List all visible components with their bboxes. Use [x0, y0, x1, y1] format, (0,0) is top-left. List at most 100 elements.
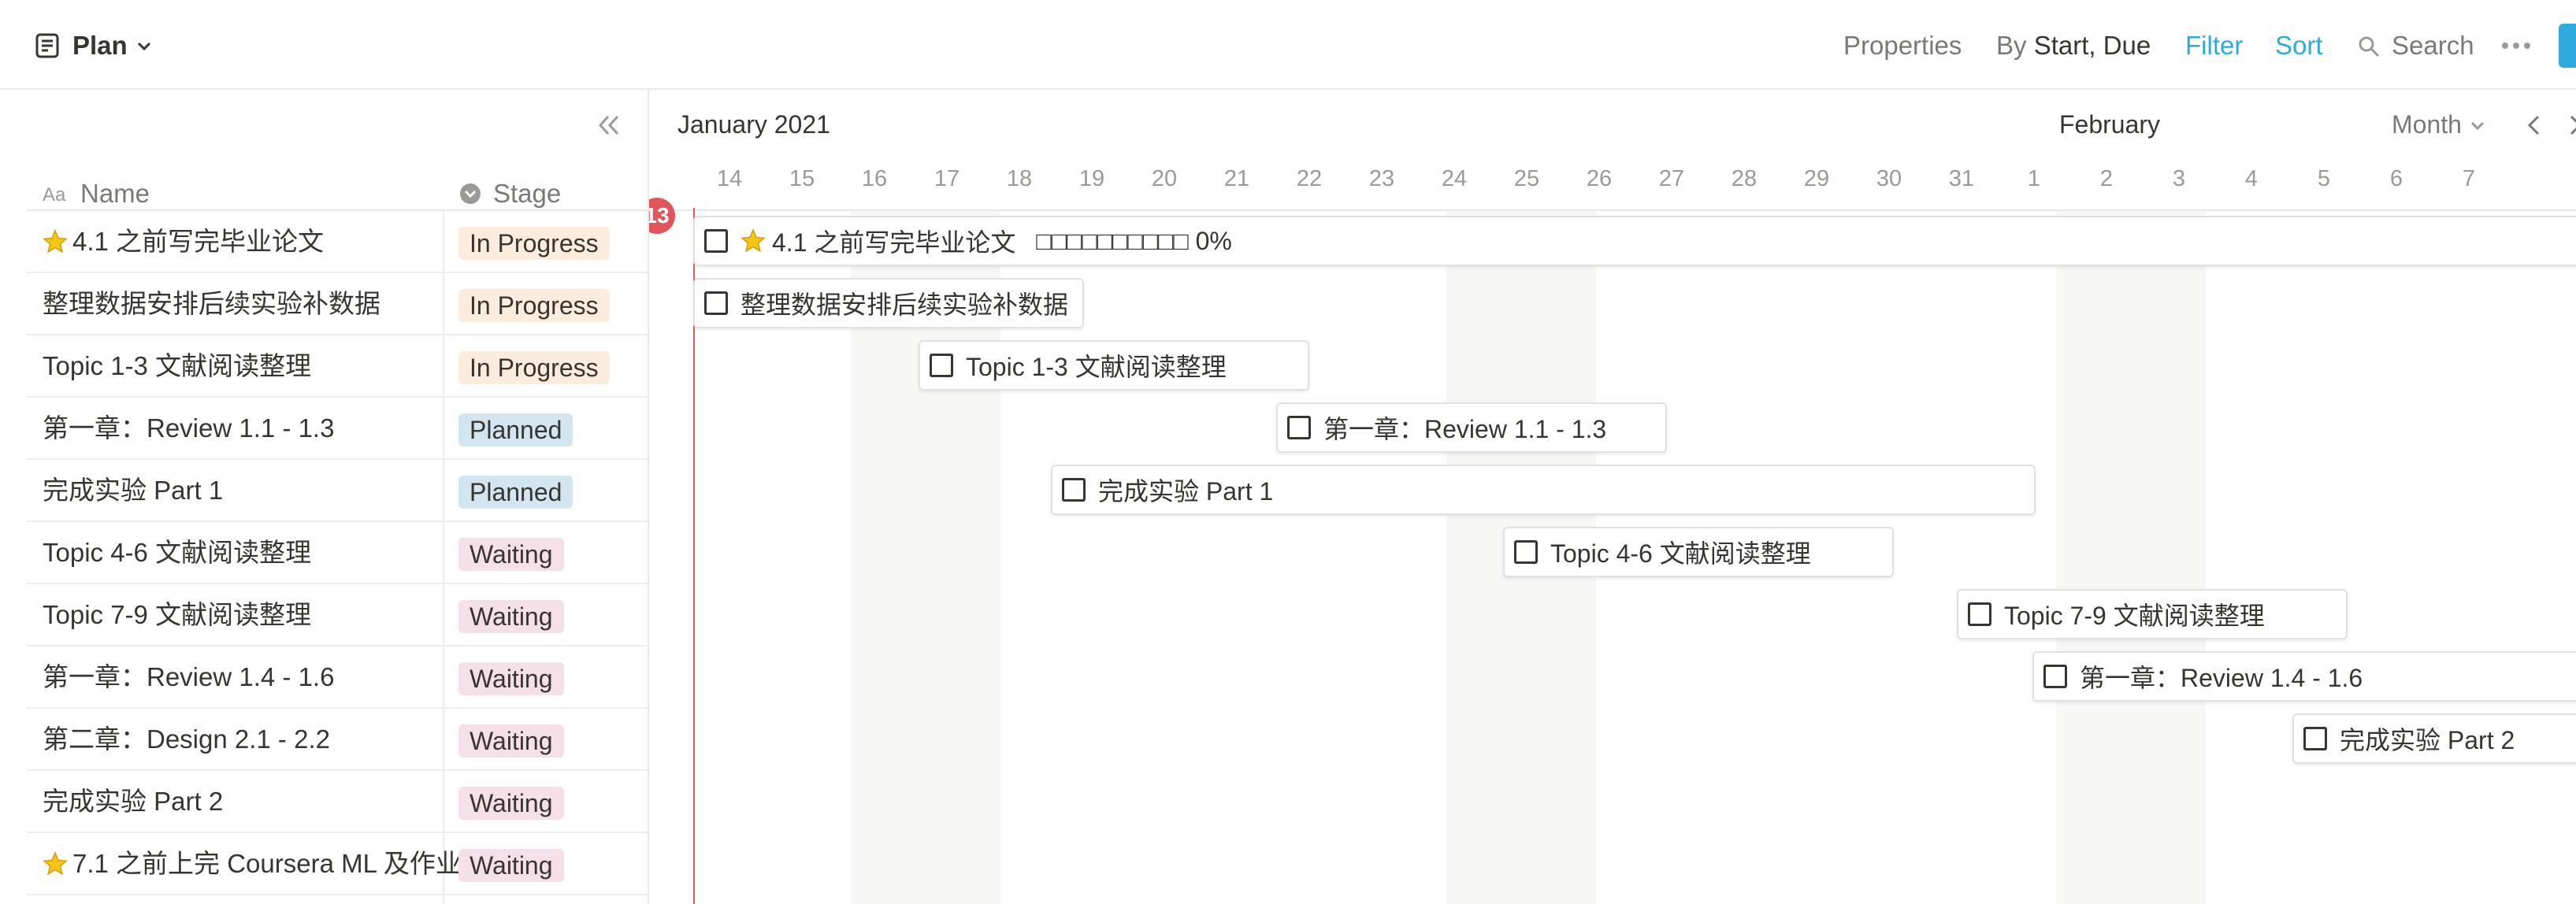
table-row[interactable]: 第二章：Design 2.1 - 2.2 Waiting: [27, 709, 649, 771]
chevron-right-icon[interactable]: [2563, 113, 2576, 137]
table-row[interactable]: 第一章：Review 1.4 - 1.6 Waiting: [27, 647, 649, 709]
row-name-cell[interactable]: 第一章：Review 1.1 - 1.3: [43, 398, 468, 458]
table-row[interactable]: 7.1 之前上完 Coursera ML 及作业 Waiting: [27, 833, 649, 895]
checkbox[interactable]: [2043, 665, 2067, 688]
day-label: 6: [2389, 166, 2403, 191]
new-button[interactable]: [2559, 24, 2576, 68]
collapse-table-icon[interactable]: [596, 113, 622, 137]
stage-tag[interactable]: Planned: [458, 476, 573, 509]
table-row[interactable]: 完成实验 Part 2 Waiting: [27, 771, 649, 833]
table-row[interactable]: Topic 4-6 文献阅读整理 Waiting: [27, 522, 649, 584]
stage-tag[interactable]: In Progress: [458, 351, 610, 384]
sort-button[interactable]: Sort: [2275, 28, 2323, 63]
row-name-text: 7.1 之前上完 Coursera ML 及作业: [72, 849, 462, 878]
timeline-bar-label: Topic 7-9 文献阅读整理: [2004, 602, 2265, 630]
row-name-cell[interactable]: Topic 4-6 文献阅读整理: [43, 522, 468, 583]
row-name-text: Topic 1-3 文献阅读整理: [43, 351, 312, 380]
stage-tag[interactable]: Waiting: [458, 787, 564, 820]
star-icon: [43, 229, 68, 254]
day-label: 30: [1876, 166, 1902, 191]
group-by-value: Start, Due: [2033, 31, 2151, 60]
chevron-left-icon[interactable]: [2522, 113, 2546, 137]
row-name-cell[interactable]: 7.1 之前上完 Coursera ML 及作业: [43, 833, 468, 894]
row-name-cell[interactable]: 完成实验 Part 2: [43, 771, 468, 832]
zoom-label: Month: [2392, 110, 2462, 139]
timeline-bar-content: Topic 1-3 文献阅读整理: [919, 340, 1227, 391]
day-label: 21: [1223, 166, 1250, 191]
chevron-down-icon: [2470, 121, 2484, 130]
timeline-bar-content: Topic 4-6 文献阅读整理: [1503, 527, 1811, 577]
stage-tag[interactable]: In Progress: [458, 289, 610, 322]
day-label: 18: [1006, 166, 1033, 191]
stage-tag[interactable]: Waiting: [458, 538, 564, 571]
month-label-january: January 2021: [677, 110, 830, 139]
stage-tag[interactable]: Waiting: [458, 849, 564, 882]
table-row[interactable]: Topic 1-3 文献阅读整理 In Progress: [27, 335, 649, 398]
table-row[interactable]: 4.1 之前写完毕业论文 In Progress: [27, 211, 649, 273]
search-button[interactable]: Search: [2392, 28, 2474, 63]
day-label: 3: [2172, 166, 2186, 191]
timeline-bar-label: 第一章：Review 1.4 - 1.6: [2080, 664, 2363, 692]
row-name-text: 第一章：Review 1.1 - 1.3: [43, 413, 335, 443]
table-row[interactable]: 第一章：Review 1.1 - 1.3 Planned: [27, 398, 649, 460]
day-label: 23: [1368, 166, 1395, 191]
checkbox[interactable]: [1287, 416, 1311, 439]
day-scale: 14 15 16 17 18 19 20 21 22 23 24 25 26 27 28 29 30 31 1 2 3 4…: [649, 161, 2576, 197]
stage-tag[interactable]: In Progress: [458, 227, 610, 260]
day-label: 31: [1948, 166, 1975, 191]
search-icon[interactable]: [2357, 35, 2381, 58]
stage-tag[interactable]: Waiting: [458, 662, 564, 695]
properties-button[interactable]: Properties: [1843, 28, 1962, 63]
group-by-button[interactable]: By Start, Due: [1996, 28, 2151, 63]
today-marker: 13: [649, 198, 675, 234]
row-name-cell[interactable]: Topic 7-9 文献阅读整理: [43, 584, 468, 645]
day-label: 29: [1803, 166, 1830, 191]
weekend-shade: [2056, 211, 2206, 904]
day-label: 7: [2462, 166, 2476, 191]
progress-text: □□□□□□□□□□ 0%: [1036, 226, 1232, 255]
stage-tag[interactable]: Waiting: [458, 600, 564, 633]
checkbox[interactable]: [2303, 727, 2327, 750]
view-switcher[interactable]: Plan: [35, 28, 153, 63]
more-options-icon[interactable]: [2502, 43, 2530, 49]
checkbox[interactable]: [1514, 540, 1538, 564]
timeline-bar-label: 整理数据安排后续实验补数据: [741, 291, 1069, 319]
day-label: 16: [861, 166, 888, 191]
timeline-bar-content: 4.1 之前写完毕业论文 □□□□□□□□□□ 0%: [693, 216, 1232, 266]
timeline-bar-label: 完成实验 Part 1: [1098, 477, 1274, 506]
zoom-selector[interactable]: Month: [2392, 110, 2485, 139]
checkbox[interactable]: [930, 354, 953, 377]
stage-tag[interactable]: Waiting: [458, 724, 564, 758]
day-label: 4: [2244, 166, 2259, 191]
view-title: Plan: [72, 31, 128, 60]
row-name-cell[interactable]: 完成实验 Part 1: [43, 460, 468, 521]
stage-tag[interactable]: Planned: [458, 413, 573, 446]
chevron-down-icon: [137, 42, 150, 51]
month-label-february: February: [2059, 110, 2161, 139]
row-name-cell[interactable]: 4.1 之前写完毕业论文: [43, 211, 468, 272]
row-name-text: 完成实验 Part 1: [43, 476, 224, 505]
timeline-bar-content: 完成实验 Part 1: [1051, 465, 1273, 515]
day-label: 14: [716, 166, 743, 191]
timeline-bar-label: 4.1 之前写完毕业论文: [772, 228, 1016, 257]
timeline-panel: January 2021 February Month 14 15 16 17 18 19…: [649, 90, 2576, 904]
day-label: 22: [1296, 166, 1323, 191]
filter-button[interactable]: Filter: [2185, 28, 2243, 63]
table-row[interactable]: 完成实验 Part 1 Planned: [27, 460, 649, 522]
checkbox[interactable]: [704, 291, 728, 315]
group-by-prefix: By: [1996, 31, 2027, 60]
checkbox[interactable]: [1062, 478, 1086, 502]
row-name-cell[interactable]: 第二章：Design 2.1 - 2.2: [43, 709, 468, 769]
day-label: 24: [1441, 166, 1468, 191]
table-row[interactable]: Topic 7-9 文献阅读整理 Waiting: [27, 584, 649, 647]
table-row[interactable]: 整理数据安排后续实验补数据 In Progress: [27, 273, 649, 335]
row-name-text: 完成实验 Part 2: [43, 787, 224, 816]
timeline-bar-content: 第一章：Review 1.4 - 1.6: [2032, 651, 2363, 702]
svg-text:Aa: Aa: [43, 184, 66, 204]
row-name-cell[interactable]: Topic 1-3 文献阅读整理: [43, 335, 468, 396]
row-name-cell[interactable]: 整理数据安排后续实验补数据: [43, 273, 468, 334]
checkbox[interactable]: [1968, 602, 1991, 626]
column-name-label: Name: [80, 179, 150, 208]
checkbox[interactable]: [704, 229, 728, 253]
row-name-cell[interactable]: 第一章：Review 1.4 - 1.6: [43, 647, 468, 707]
